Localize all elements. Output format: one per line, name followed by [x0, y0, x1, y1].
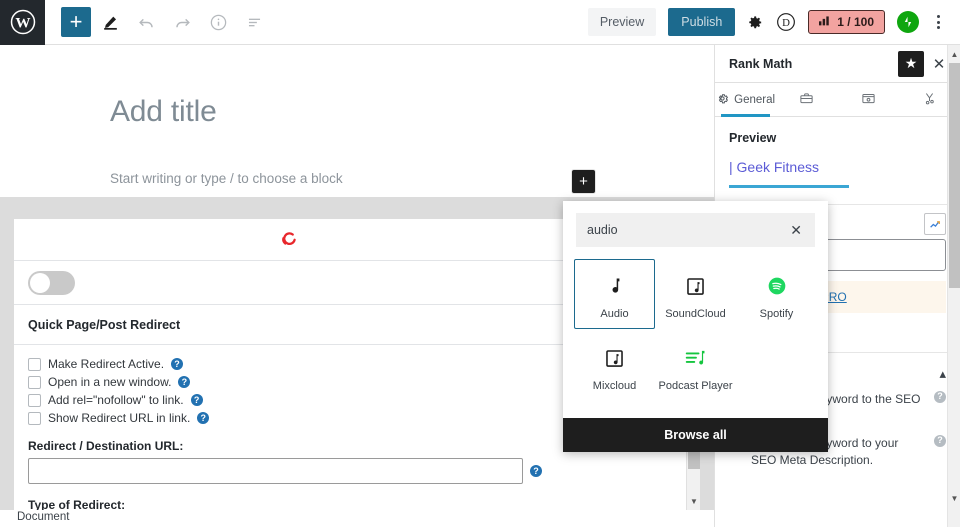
redirect-url-row: ?	[28, 458, 686, 484]
close-icon[interactable]: ✕	[788, 222, 804, 239]
browse-all-button[interactable]: Browse all	[563, 418, 828, 452]
scroll-up-arrow-icon[interactable]: ▲	[948, 47, 960, 61]
top-bar-left-tools: +	[45, 5, 271, 39]
seo-score-value: 1 / 100	[837, 15, 874, 29]
tab-general[interactable]: General	[715, 83, 776, 117]
seo-score-badge[interactable]: 1 / 100	[808, 10, 885, 34]
help-question-icon[interactable]: ?	[171, 358, 184, 370]
redirect-url-input[interactable]	[28, 458, 523, 484]
block-item-label: Mixcloud	[592, 380, 637, 392]
gear-icon	[716, 92, 729, 108]
svg-text:W: W	[15, 14, 30, 31]
tab-social-image[interactable]	[838, 83, 899, 116]
mixcloud-icon	[605, 345, 624, 371]
scrollbar-thumb[interactable]	[949, 63, 960, 288]
add-nofollow-checkbox[interactable]	[28, 393, 41, 407]
block-item-label: Audio	[600, 308, 629, 320]
checkbox-label: Open in a new window.	[48, 375, 172, 389]
spotify-icon	[767, 273, 787, 299]
document-status-label: Document	[17, 511, 70, 523]
preview-section-label: Preview	[729, 131, 777, 145]
kebab-menu-icon[interactable]	[931, 11, 946, 33]
wordpress-block-editor: W + Preview Publish D 1 / 100 Add title …	[0, 0, 960, 527]
post-title-input[interactable]: Add title	[110, 95, 217, 129]
rank-math-spinner-icon	[280, 230, 298, 248]
serp-preview-title[interactable]: | Geek Fitness	[729, 159, 946, 175]
block-item-label: SoundCloud	[665, 308, 726, 320]
checkbox-label: Add rel="nofollow" to link.	[48, 393, 184, 407]
soundcloud-icon	[686, 273, 705, 299]
help-question-icon[interactable]: ?	[934, 434, 946, 447]
help-question-icon[interactable]: ?	[190, 394, 203, 406]
sidebar-header: Rank Math ★ ✕	[715, 45, 960, 83]
wordpress-logo-icon[interactable]: W	[0, 0, 45, 45]
block-search-value: audio	[587, 223, 618, 237]
block-results-grid: Audio SoundCloud Spotify Mixcloud Podcas…	[563, 247, 828, 418]
redirect-type-label: Type of Redirect:	[28, 498, 126, 510]
undo-arrow-icon[interactable]	[129, 5, 163, 39]
preview-button[interactable]: Preview	[587, 8, 657, 36]
pencil-icon[interactable]	[93, 5, 127, 39]
scroll-down-arrow-icon[interactable]: ▼	[948, 491, 960, 505]
block-search-field[interactable]: audio ✕	[576, 213, 815, 247]
social-image-icon	[861, 91, 876, 109]
checkbox-label: Make Redirect Active.	[48, 357, 165, 371]
show-redirect-url-checkbox[interactable]	[28, 411, 41, 425]
block-item-audio[interactable]: Audio	[574, 259, 655, 329]
redo-arrow-icon[interactable]	[165, 5, 199, 39]
top-bar-right-tools: Preview Publish D 1 / 100	[587, 8, 960, 36]
open-new-window-checkbox[interactable]	[28, 375, 41, 389]
help-question-icon[interactable]: ?	[934, 391, 946, 403]
help-question-icon[interactable]: ?	[530, 465, 542, 477]
checkbox-label: Show Redirect URL in link.	[48, 411, 191, 425]
trend-chart-icon[interactable]	[924, 213, 946, 235]
help-question-icon[interactable]: ?	[197, 412, 210, 424]
share-nodes-icon	[922, 91, 937, 109]
post-body-paragraph[interactable]: Start writing or type / to choose a bloc…	[110, 171, 343, 186]
star-icon[interactable]: ★	[898, 50, 924, 77]
tab-general-label: General	[734, 93, 776, 106]
inline-block-inserter-button[interactable]: +	[572, 170, 595, 193]
info-circle-icon[interactable]	[201, 5, 235, 39]
jetpack-icon[interactable]	[897, 11, 919, 33]
make-redirect-active-checkbox[interactable]	[28, 357, 41, 371]
music-note-icon	[605, 273, 625, 299]
block-item-mixcloud[interactable]: Mixcloud	[574, 331, 655, 401]
sidebar-scrollbar[interactable]: ▲ ▼	[947, 45, 960, 527]
block-item-label: Podcast Player	[658, 380, 733, 392]
disqus-d-icon[interactable]: D	[776, 12, 796, 32]
inserter-search-wrap: audio ✕	[563, 201, 828, 247]
editor-top-bar: W + Preview Publish D 1 / 100	[0, 0, 960, 45]
metabox-toggle-switch[interactable]	[28, 270, 75, 295]
list-view-icon[interactable]	[237, 5, 271, 39]
briefcase-icon	[799, 91, 814, 109]
editor-canvas: Add title Start writing or type / to cho…	[0, 45, 714, 197]
publish-button[interactable]: Publish	[668, 8, 736, 36]
podcast-player-icon	[685, 345, 707, 371]
sidebar-title: Rank Math	[729, 56, 793, 71]
add-block-button[interactable]: +	[61, 7, 91, 37]
sidebar-tabs: General	[715, 83, 960, 117]
block-item-podcast-player[interactable]: Podcast Player	[655, 331, 736, 401]
gear-icon[interactable]	[747, 14, 764, 31]
scroll-down-arrow-icon[interactable]: ▼	[687, 494, 701, 508]
block-item-soundcloud[interactable]: SoundCloud	[655, 259, 736, 329]
serp-preview-url	[729, 185, 849, 188]
chevron-up-icon[interactable]: ▴	[939, 366, 946, 382]
seo-chart-icon	[819, 15, 832, 29]
block-item-label: Spotify	[759, 308, 794, 320]
tab-social[interactable]	[776, 83, 837, 116]
block-inserter-popover: audio ✕ Audio SoundCloud Spotify Mixclou…	[563, 201, 828, 452]
help-question-icon[interactable]: ?	[178, 376, 191, 388]
block-item-spotify[interactable]: Spotify	[736, 259, 817, 329]
svg-text:D: D	[782, 17, 790, 29]
